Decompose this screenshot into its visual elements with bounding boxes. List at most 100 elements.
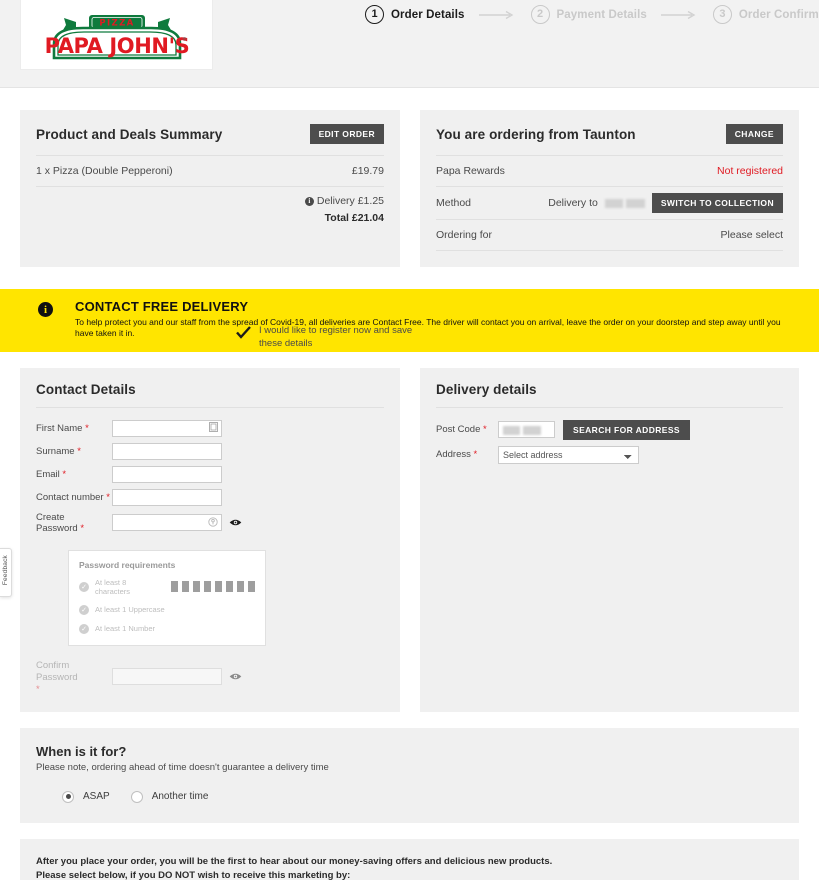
password-req-item: ✓ At least 1 Uppercase: [79, 604, 255, 615]
marketing-line-1: After you place your order, you will be …: [36, 855, 553, 867]
feedback-tab-label: Feedback: [2, 555, 9, 586]
step-2-label: Payment Details: [556, 8, 647, 21]
create-password-input-wrap: [112, 514, 222, 532]
password-req-item: ✓ At least 1 Number: [79, 623, 255, 634]
contact-number-label-text: Contact number: [36, 491, 104, 503]
first-name-label-text: First Name: [36, 422, 83, 434]
step-arrow-2-icon: [660, 10, 699, 20]
papa-johns-logo-icon: PIZZA PAPA JOHN'S ®: [44, 14, 189, 59]
order-item-price: £19.79: [351, 165, 384, 177]
confirm-password-row: Confirm Password *: [36, 660, 384, 696]
delivery-fee-row: i Delivery £1.25: [36, 195, 384, 207]
address-label-text: Address: [436, 449, 471, 461]
register-checkbox-block[interactable]: I would like to register now and save th…: [236, 325, 421, 351]
create-password-row: Create Password *: [36, 511, 242, 534]
order-total-label: Total £21.04: [324, 212, 384, 224]
radio-asap-label[interactable]: ASAP: [83, 791, 110, 802]
delivery-details-panel: Delivery details Post Code * SEARCH FOR …: [420, 367, 799, 712]
edit-order-button[interactable]: EDIT ORDER: [309, 124, 384, 144]
svg-text:PAPA JOHN'S: PAPA JOHN'S: [44, 34, 189, 58]
method-value-group: Delivery to SWITCH TO COLLECTION: [548, 193, 783, 213]
first-name-input-wrap: [112, 419, 222, 437]
meter-segment: [171, 581, 178, 593]
password-req-label: At least 1 Number: [95, 624, 156, 634]
radio-asap[interactable]: [62, 790, 74, 803]
contact-number-input[interactable]: [112, 488, 222, 506]
surname-input[interactable]: [112, 442, 222, 460]
create-password-label-text: Create Password: [36, 511, 78, 534]
product-summary-panel: Product and Deals Summary EDIT ORDER 1 x…: [20, 110, 400, 267]
ordering-for-label: Ordering for: [436, 229, 493, 241]
address-select[interactable]: Select address: [498, 445, 639, 464]
toggle-confirm-password-visibility-icon[interactable]: [229, 672, 242, 681]
password-req-item: ✓ At least 8 characters: [79, 578, 255, 596]
password-req-label: At least 8 characters: [95, 577, 131, 596]
when-section-subtitle: Please note, ordering ahead of time does…: [36, 761, 329, 773]
papa-rewards-status[interactable]: Not registered: [717, 165, 783, 177]
when-section-title: When is it for?: [36, 743, 127, 759]
check-circle-icon: ✓: [79, 581, 89, 592]
method-label: Method: [436, 197, 472, 209]
meter-segment: [193, 581, 200, 593]
page-header: PIZZA PAPA JOHN'S ® 1 Order Details 2 Pa…: [0, 0, 819, 88]
meter-segment: [226, 581, 233, 593]
step-1-label: Order Details: [391, 8, 465, 21]
summary-row: Product and Deals Summary EDIT ORDER 1 x…: [0, 110, 819, 267]
delivery-details-title: Delivery details: [436, 381, 537, 397]
papa-johns-logo[interactable]: PIZZA PAPA JOHN'S ®: [20, 0, 213, 70]
create-password-label: Create Password *: [36, 511, 85, 534]
contact-number-label: Contact number *: [36, 491, 110, 503]
email-row: Email *: [36, 465, 236, 483]
register-checkbox-label: I would like to register now and save th…: [259, 325, 413, 349]
confirm-password-input[interactable]: [112, 667, 222, 685]
feedback-tab[interactable]: Feedback: [0, 548, 12, 598]
product-summary-header: Product and Deals Summary EDIT ORDER: [36, 124, 384, 156]
meter-segment: [248, 581, 255, 593]
order-totals: i Delivery £1.25 Total £21.04: [36, 187, 384, 224]
search-for-address-button[interactable]: SEARCH FOR ADDRESS: [563, 419, 691, 440]
address-label: Address *: [436, 449, 478, 461]
marketing-section: After you place your order, you will be …: [20, 838, 799, 880]
store-title: You are ordering from Taunton: [436, 126, 636, 142]
password-requirements-box: Password requirements ✓ At least 8 chara…: [68, 549, 266, 646]
when-section: When is it for? Please note, ordering ah…: [20, 727, 799, 823]
email-input[interactable]: [112, 465, 222, 483]
step-payment-details[interactable]: 2 Payment Details: [530, 5, 647, 24]
ordering-for-row: Ordering for Please select: [436, 220, 783, 251]
step-arrow-1-icon: [478, 10, 517, 20]
details-row: Contact Details First Name * Surname * E…: [0, 325, 819, 712]
step-3-number: 3: [712, 5, 732, 24]
banner-text: To help protect you and our staff from t…: [75, 317, 781, 339]
delivery-fee-label: Delivery £1.25: [316, 195, 384, 207]
step-order-confirmation[interactable]: 3 Order Confirmation: [712, 5, 819, 24]
checkout-page: PIZZA PAPA JOHN'S ® 1 Order Details 2 Pa…: [0, 0, 819, 880]
order-line-item: 1 x Pizza (Double Pepperoni) £19.79: [36, 156, 384, 187]
surname-row: Surname *: [36, 442, 236, 460]
store-panel-header: You are ordering from Taunton CHANGE: [436, 124, 783, 156]
create-password-input[interactable]: [112, 514, 222, 532]
delivery-details-header: Delivery details: [436, 382, 783, 408]
switch-to-collection-button[interactable]: SWITCH TO COLLECTION: [651, 193, 783, 213]
product-summary-title: Product and Deals Summary: [36, 126, 223, 142]
email-label: Email *: [36, 468, 67, 480]
checkout-steps: 1 Order Details 2 Payment Details 3 Orde…: [365, 5, 819, 24]
radio-asap-dot: [65, 794, 71, 800]
radio-another-time-label[interactable]: Another time: [152, 791, 209, 802]
first-name-input[interactable]: [112, 419, 222, 437]
ordering-for-value[interactable]: Please select: [721, 229, 783, 241]
postcode-label-text: Post Code: [436, 424, 481, 436]
step-2-number: 2: [530, 5, 550, 24]
email-label-text: Email: [36, 468, 60, 480]
change-store-button[interactable]: CHANGE: [725, 124, 783, 144]
register-checkbox[interactable]: [236, 325, 251, 340]
step-order-details[interactable]: 1 Order Details: [365, 5, 465, 24]
toggle-password-visibility-icon[interactable]: [229, 518, 242, 527]
papa-rewards-label: Papa Rewards: [436, 165, 505, 177]
when-options: ASAP Another time: [62, 790, 783, 803]
confirm-password-label: Confirm Password *: [36, 659, 78, 695]
order-item-name: 1 x Pizza (Double Pepperoni): [36, 165, 173, 177]
delivery-info-icon[interactable]: i: [304, 196, 314, 206]
banner-title: CONTACT FREE DELIVERY: [75, 299, 249, 314]
radio-another-time[interactable]: [130, 790, 143, 803]
banner-info-icon: i: [38, 302, 53, 317]
